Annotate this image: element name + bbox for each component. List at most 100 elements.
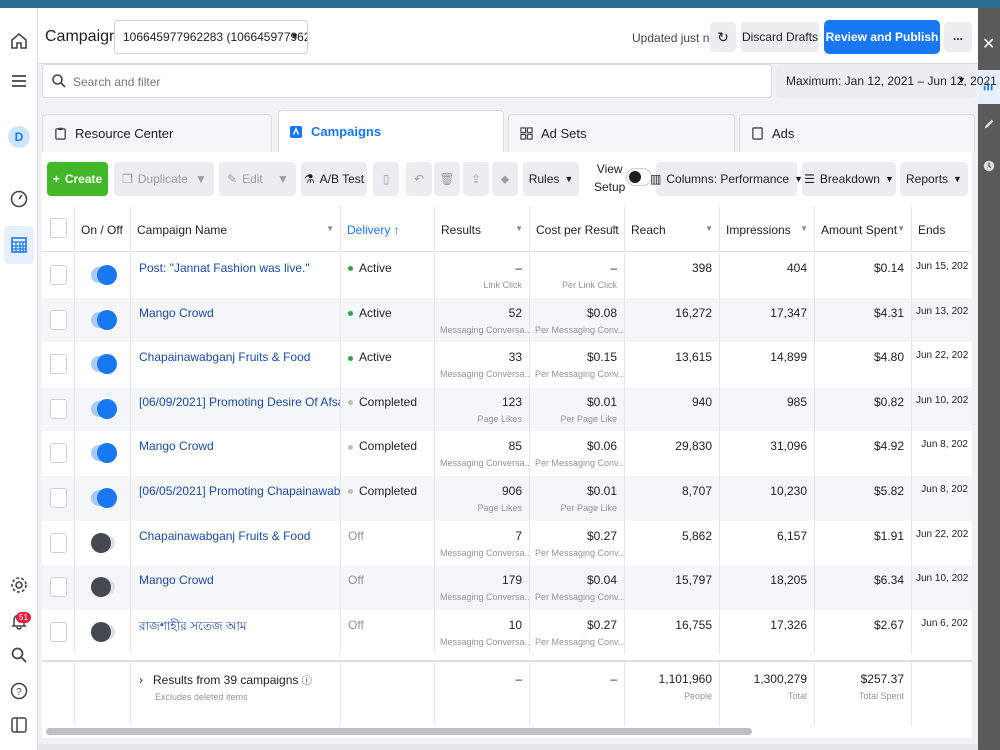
on-off-toggle[interactable]	[91, 265, 117, 285]
table-row[interactable]: Chapainawabganj Fruits & Food Off 7 Messagi…	[42, 520, 972, 566]
on-off-toggle[interactable]	[91, 532, 115, 553]
row-checkbox[interactable]	[50, 309, 67, 330]
column-header-on-off[interactable]: On / Off	[75, 206, 131, 252]
campaign-name-link[interactable]: Mango Crowd	[139, 306, 214, 320]
column-header-ends[interactable]: Ends	[912, 206, 972, 252]
table-row[interactable]: [06/05/2021] Promoting Chapainawabganj F…	[42, 476, 972, 521]
close-icon[interactable]: ✕	[982, 34, 995, 54]
on-off-toggle[interactable]	[91, 443, 117, 464]
column-header-delivery[interactable]: Delivery ↑	[341, 206, 435, 252]
breakdown-button[interactable]: ☰ Breakdown ▼	[802, 162, 896, 196]
cost-cell: $0.01 Per Page Like	[530, 476, 625, 521]
pencil-icon[interactable]	[981, 116, 997, 132]
column-header-impressions[interactable]: Impressions ▼	[720, 206, 815, 252]
column-header-reach[interactable]: Reach ▼	[625, 206, 720, 252]
on-off-toggle[interactable]	[91, 354, 117, 375]
column-label: Campaign Name	[137, 223, 228, 237]
table-row[interactable]: Post: "Jannat Fashion was live." Active – L…	[42, 253, 972, 298]
ab-test-button[interactable]: ⚗ A/B Test	[301, 162, 367, 196]
tab-ads[interactable]: Ads	[739, 114, 975, 152]
duplicate-dropdown[interactable]: ▼	[188, 162, 214, 196]
reports-button[interactable]: Reports ▼	[900, 162, 968, 196]
table-row[interactable]: Mango Crowd Completed 85 Messaging Conversa…	[42, 431, 972, 476]
ends-cell: Jun 22, 202	[912, 521, 972, 566]
on-off-toggle[interactable]	[91, 309, 117, 330]
column-label: Cost per Result	[536, 223, 619, 237]
clipboard-button[interactable]: ▯	[373, 162, 399, 196]
column-header-cost-per-result[interactable]: Cost per Result ▼	[530, 206, 625, 252]
summary-spent: $257.37	[860, 672, 904, 686]
search-input[interactable]	[73, 71, 753, 93]
summary-title-cell[interactable]: › Results from 39 campaigns ⓘ Excludes de…	[131, 662, 341, 726]
view-setup-toggle[interactable]	[626, 168, 652, 186]
table-row[interactable]: Chapainawabganj Fruits & Food Active 33 Mes…	[42, 342, 972, 387]
summary-spacer	[75, 662, 131, 726]
column-header-amount-spent[interactable]: Amount Spent ▼	[815, 206, 912, 252]
chevron-down-icon: ▼	[957, 75, 966, 85]
help-icon[interactable]: ?	[8, 680, 30, 702]
search-icon[interactable]	[8, 644, 30, 666]
more-options-button[interactable]: ...	[944, 22, 972, 52]
column-header-campaign-name[interactable]: Campaign Name ▼	[131, 206, 341, 252]
row-checkbox[interactable]	[50, 443, 67, 464]
select-all-checkbox[interactable]	[50, 218, 67, 238]
columns-button[interactable]: ▥ Columns: Performance ▼	[650, 162, 803, 196]
tab-campaigns[interactable]: Campaigns	[278, 110, 504, 152]
account-selector[interactable]: 106645977962283 (10664597796228... ▼	[114, 20, 308, 54]
export-button[interactable]: ⇪	[463, 162, 489, 196]
row-checkbox[interactable]	[50, 488, 67, 508]
tag-button[interactable]: ⬥	[492, 162, 518, 196]
rules-button[interactable]: Rules ▼	[523, 162, 579, 196]
undo-button[interactable]: ↶	[406, 162, 432, 196]
campaign-name-link[interactable]: [06/05/2021] Promoting Chapainawabganj F…	[139, 484, 340, 498]
table-row[interactable]: [06/09/2021] Promoting Desire Of Afsara C…	[42, 386, 972, 432]
row-checkbox[interactable]	[50, 577, 67, 598]
tab-resource-center[interactable]: Resource Center	[42, 114, 272, 152]
discard-drafts-button[interactable]: Discard Drafts	[741, 22, 819, 52]
campaign-name-link[interactable]: Mango Crowd	[139, 573, 214, 587]
menu-icon[interactable]	[8, 70, 30, 92]
table-row[interactable]: Mango Crowd Active 52 Messaging Conversa...…	[42, 297, 972, 343]
row-checkbox[interactable]	[50, 532, 67, 553]
table-row[interactable]: রাজশাহীর সতেজ আম Off 10 Messaging Conversa.…	[42, 609, 972, 655]
review-publish-button[interactable]: Review and Publish (4)	[824, 20, 940, 78]
create-button[interactable]: + Create	[47, 162, 108, 196]
panel-toggle-icon[interactable]	[8, 714, 30, 736]
campaign-name-link[interactable]: রাজশাহীর সতেজ আম	[139, 619, 247, 633]
date-range-picker[interactable]: Maximum: Jan 12, 2021 – Jun 12, 2021 ▼	[776, 64, 997, 98]
ads-manager-grid-icon[interactable]	[8, 234, 30, 256]
reach-value: 16,755	[675, 617, 712, 632]
row-checkbox[interactable]	[50, 621, 67, 642]
on-off-toggle[interactable]	[91, 398, 117, 419]
breakdown-icon: ☰	[804, 172, 815, 186]
settings-gear-icon[interactable]	[8, 574, 30, 596]
avatar[interactable]: D	[8, 126, 30, 148]
horizontal-scrollbar[interactable]	[42, 726, 972, 738]
campaign-name-link[interactable]: Chapainawabganj Fruits & Food	[139, 350, 310, 364]
row-checkbox[interactable]	[50, 354, 67, 375]
home-icon[interactable]	[8, 30, 30, 52]
clock-icon[interactable]	[981, 158, 997, 174]
campaign-name-link[interactable]: Post: "Jannat Fashion was live."	[139, 261, 310, 275]
campaign-name-link[interactable]: Mango Crowd	[139, 439, 214, 453]
campaign-name-link[interactable]: [06/09/2021] Promoting Desire Of Afsara	[139, 395, 340, 409]
column-header-results[interactable]: Results ▼	[435, 206, 530, 252]
on-off-cell	[75, 253, 131, 298]
campaign-name-link[interactable]: Chapainawabganj Fruits & Food	[139, 529, 310, 543]
on-off-toggle[interactable]	[91, 577, 115, 598]
scrollbar-thumb[interactable]	[46, 728, 752, 735]
row-checkbox[interactable]	[50, 265, 67, 285]
refresh-button[interactable]: ↻	[710, 22, 736, 52]
on-off-toggle[interactable]	[91, 621, 115, 642]
tab-ad-sets[interactable]: Ad Sets	[508, 114, 735, 152]
ends-cell: Jun 10, 202	[912, 565, 972, 610]
reach-cell: 13,615	[625, 342, 720, 387]
table-row[interactable]: Mango Crowd Off 179 Messaging Conversa... $0…	[42, 565, 972, 610]
delete-button[interactable]: 🗑	[434, 162, 460, 196]
row-checkbox[interactable]	[50, 398, 67, 419]
edit-dropdown[interactable]: ▼	[270, 162, 296, 196]
breakdown-label: Breakdown	[819, 172, 880, 186]
results-type: Link Click	[483, 280, 522, 290]
on-off-toggle[interactable]	[91, 488, 117, 508]
gauge-icon[interactable]	[8, 188, 30, 210]
